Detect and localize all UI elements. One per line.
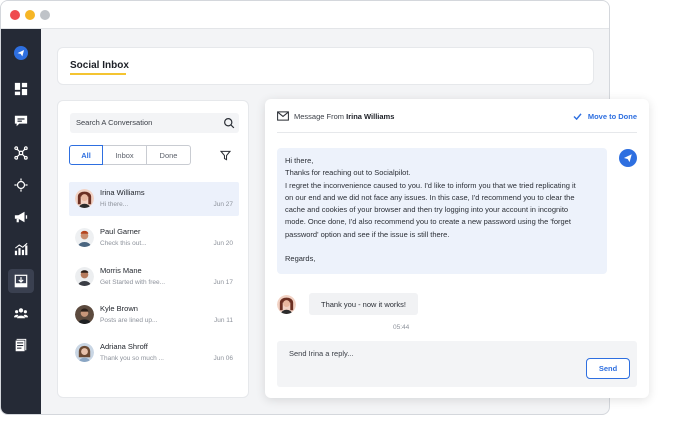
reply-timestamp: 05:44 <box>393 324 410 331</box>
page-header: Social Inbox <box>57 47 594 85</box>
from-prefix: Message From <box>294 112 345 121</box>
sidebar-item-inbox[interactable] <box>8 269 34 293</box>
search-placeholder: Search A Conversation <box>76 118 153 127</box>
list-item[interactable]: Kyle Brown Posts are lined up... Jun 11 <box>69 298 239 332</box>
message-detail-panel: Message From Irina Williams Move to Done… <box>265 99 649 398</box>
sidebar <box>1 29 41 414</box>
avatar <box>75 305 94 324</box>
sidebar-item-move[interactable] <box>8 173 34 197</box>
mail-icon <box>277 111 289 121</box>
conversation-date: Jun 06 <box>213 355 233 362</box>
conversation-preview: Hi there... <box>100 201 129 208</box>
avatar <box>75 228 94 247</box>
message-line: on our end and we did not face any issue… <box>285 192 575 202</box>
filter-icon[interactable] <box>220 150 231 161</box>
message-line: I regret the inconvenience caused to you… <box>285 180 576 190</box>
page-title: Social Inbox <box>70 60 129 71</box>
message-line: Hi there, <box>285 156 314 165</box>
conversation-preview: Thank you so much ... <box>100 355 164 362</box>
list-item[interactable]: Paul Garner Check this out... Jun 20 <box>69 221 239 255</box>
chat-icon <box>14 115 28 127</box>
tab-done[interactable]: Done <box>147 145 191 165</box>
incoming-message: Hi there, Thanks for reaching out to Soc… <box>277 148 607 274</box>
maximize-icon[interactable] <box>40 10 50 20</box>
tab-all[interactable]: All <box>69 145 103 165</box>
reply-message: Thank you - now it works! <box>309 293 418 315</box>
list-item[interactable]: Adriana Shroff Thank you so much ... Jun… <box>69 336 239 370</box>
move-icon <box>14 178 28 192</box>
list-item[interactable]: Morris Mane Get Started with free... Jun… <box>69 260 239 294</box>
conversation-date: Jun 11 <box>213 317 233 324</box>
inbox-icon <box>14 274 28 288</box>
conversation-list-panel: Search A Conversation All Inbox Done Iri… <box>57 100 249 398</box>
network-icon <box>14 146 28 160</box>
paper-plane-icon <box>14 46 28 60</box>
search-input[interactable]: Search A Conversation <box>70 113 239 133</box>
document-icon <box>14 338 27 352</box>
conversation-name: Irina Williams <box>100 188 145 197</box>
conversation-name: Adriana Shroff <box>100 342 148 351</box>
avatar <box>75 343 94 362</box>
minimize-icon[interactable] <box>25 10 35 20</box>
reply-composer[interactable]: Send Irina a reply... Send <box>277 341 637 387</box>
dashboard-icon <box>14 82 28 96</box>
avatar <box>75 267 94 286</box>
move-to-done-label: Move to Done <box>587 112 637 121</box>
message-from: Message From Irina Williams <box>294 112 394 121</box>
conversation-name: Paul Garner <box>100 227 141 236</box>
sidebar-item-compose[interactable] <box>8 41 34 65</box>
close-icon[interactable] <box>10 10 20 20</box>
paper-plane-icon <box>623 154 632 163</box>
megaphone-icon <box>14 211 28 223</box>
search-icon[interactable] <box>223 117 235 129</box>
conversation-date: Jun 27 <box>213 201 233 208</box>
reply-input-placeholder: Send Irina a reply... <box>289 349 354 358</box>
sidebar-item-analytics[interactable] <box>8 237 34 261</box>
message-line: mode. Once done, I'd also recommend you … <box>285 217 571 227</box>
title-underline <box>70 73 126 75</box>
sidebar-item-campaigns[interactable] <box>8 205 34 229</box>
conversation-preview: Posts are lined up... <box>100 317 158 324</box>
message-line: Regards, <box>285 254 316 264</box>
conversation-name: Morris Mane <box>100 266 142 275</box>
sidebar-item-dashboard[interactable] <box>8 77 34 101</box>
analytics-icon <box>14 242 28 256</box>
sidebar-item-network[interactable] <box>8 141 34 165</box>
message-line: Thanks for reaching out to Socialpilot. <box>285 168 411 178</box>
conversation-date: Jun 17 <box>213 279 233 286</box>
message-line <box>285 241 599 253</box>
avatar <box>277 295 296 314</box>
avatar <box>75 189 94 208</box>
tab-inbox[interactable]: Inbox <box>103 145 147 165</box>
from-name: Irina Williams <box>346 112 395 121</box>
sidebar-item-team[interactable] <box>8 301 34 325</box>
title-bar <box>1 1 609 29</box>
conversation-preview: Check this out... <box>100 240 147 247</box>
check-icon <box>573 113 582 120</box>
list-item[interactable]: Irina Williams Hi there... Jun 27 <box>69 182 239 216</box>
socialpilot-badge <box>619 149 637 167</box>
message-line: cache and cookies of your browser and th… <box>285 205 569 215</box>
sidebar-item-reports[interactable] <box>8 333 34 357</box>
message-line: password' option and see if the issue is… <box>285 229 450 239</box>
conversation-preview: Get Started with free... <box>100 279 166 286</box>
conversation-date: Jun 20 <box>213 240 233 247</box>
move-to-done-button[interactable]: Move to Done <box>573 112 637 121</box>
sidebar-item-messages[interactable] <box>8 109 34 133</box>
conversation-name: Kyle Brown <box>100 304 138 313</box>
team-icon <box>14 308 28 319</box>
send-button[interactable]: Send <box>586 358 630 379</box>
message-header: Message From Irina Williams Move to Done <box>277 111 637 133</box>
conversation-tabs: All Inbox Done <box>69 145 191 165</box>
